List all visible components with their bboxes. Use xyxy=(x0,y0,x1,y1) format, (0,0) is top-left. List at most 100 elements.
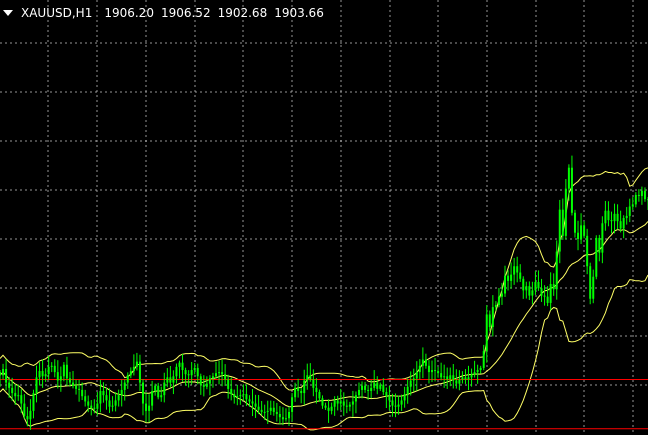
chart-window[interactable]: XAUUSD,H1 1906.20 1906.52 1902.68 1903.6… xyxy=(0,0,648,435)
candle-body xyxy=(318,392,321,399)
candle-body xyxy=(507,275,510,281)
candle-body xyxy=(333,400,336,407)
candle-body xyxy=(87,401,90,406)
candle-body xyxy=(59,376,62,381)
candle-body xyxy=(446,376,449,380)
candle-body xyxy=(458,379,461,384)
candle-body xyxy=(537,281,540,289)
price-chart[interactable] xyxy=(0,0,648,435)
candle-body xyxy=(151,390,154,406)
candle-body xyxy=(300,390,303,394)
candle-body xyxy=(68,378,71,383)
candle-body xyxy=(145,403,148,411)
candle-body xyxy=(138,361,141,383)
candle-body xyxy=(81,389,84,397)
candle-body xyxy=(497,296,500,306)
candle-body xyxy=(157,385,160,398)
candle-body xyxy=(394,405,397,407)
candle-body xyxy=(543,295,546,297)
candle-body xyxy=(269,407,272,411)
candle-body xyxy=(169,377,172,383)
symbol-timeframe-label: XAUUSD,H1 xyxy=(21,6,93,20)
candle-body xyxy=(443,376,446,378)
candle-body xyxy=(288,411,291,419)
candle-body xyxy=(65,364,68,379)
candle-body xyxy=(336,400,339,404)
candle-body xyxy=(397,404,400,407)
candle-body xyxy=(102,390,105,396)
candle-body xyxy=(224,374,227,380)
candle-body xyxy=(29,410,32,420)
candle-body xyxy=(482,351,485,368)
candle-body xyxy=(2,368,5,376)
candle-body xyxy=(208,378,211,384)
candle-body xyxy=(330,406,333,411)
candle-body xyxy=(637,194,640,197)
candle-body xyxy=(297,387,300,391)
candle-body xyxy=(266,410,269,412)
candle-body xyxy=(294,387,297,398)
candle-body xyxy=(400,400,403,405)
candle-body xyxy=(607,210,610,221)
candle-body xyxy=(205,383,208,387)
candle-body xyxy=(534,281,537,291)
candle-body xyxy=(434,370,437,372)
chart-header: XAUUSD,H1 1906.20 1906.52 1902.68 1903.6… xyxy=(3,5,327,21)
candle-body xyxy=(558,209,561,252)
candle-body xyxy=(123,382,126,390)
candle-body xyxy=(11,387,14,394)
candle-body xyxy=(546,296,549,303)
candle-body xyxy=(242,394,245,396)
candle-body xyxy=(272,407,275,412)
candle-body xyxy=(354,395,357,402)
candle-body xyxy=(178,362,181,367)
candle-body xyxy=(464,377,467,380)
candle-body xyxy=(309,375,312,380)
candle-body xyxy=(485,314,488,352)
candle-body xyxy=(56,372,59,381)
candle-body xyxy=(93,407,96,409)
candle-body xyxy=(373,382,376,388)
candle-body xyxy=(440,373,443,378)
candle-body xyxy=(248,399,251,402)
candle-body xyxy=(351,401,354,405)
candle-body xyxy=(72,382,75,386)
triangle-down-icon[interactable] xyxy=(3,10,13,16)
candle-body xyxy=(528,286,531,296)
candle-body xyxy=(260,409,263,412)
candle-body xyxy=(376,382,379,389)
candle-body xyxy=(437,371,440,374)
candle-body xyxy=(491,307,494,328)
candle-body xyxy=(598,237,601,253)
candle-body xyxy=(117,395,120,401)
candle-body xyxy=(619,221,622,229)
candle-body xyxy=(160,395,163,398)
candle-body xyxy=(622,218,625,229)
candle-body xyxy=(357,389,360,396)
candle-body xyxy=(44,374,47,377)
candle-body xyxy=(421,359,424,366)
candle-body xyxy=(583,225,586,236)
candle-body xyxy=(99,390,102,404)
candle-body xyxy=(418,365,421,373)
candle-body xyxy=(8,382,11,388)
candle-body xyxy=(275,411,278,415)
candle-body xyxy=(577,232,580,239)
candle-body xyxy=(519,272,522,279)
candle-body xyxy=(221,372,224,375)
candle-body xyxy=(218,372,221,374)
candle-body xyxy=(172,376,175,383)
candle-body xyxy=(251,401,254,404)
candle-body xyxy=(38,371,41,378)
candle-body xyxy=(431,370,433,373)
candle-body xyxy=(348,404,351,407)
candle-body xyxy=(488,314,491,328)
candle-body xyxy=(324,405,327,408)
candle-body xyxy=(281,417,284,420)
candle-body xyxy=(424,359,427,366)
candle-body xyxy=(382,384,385,393)
candle-body xyxy=(0,372,1,376)
candle-body xyxy=(339,401,342,404)
candle-body xyxy=(561,209,564,236)
open-price: 1906.20 xyxy=(104,6,154,20)
